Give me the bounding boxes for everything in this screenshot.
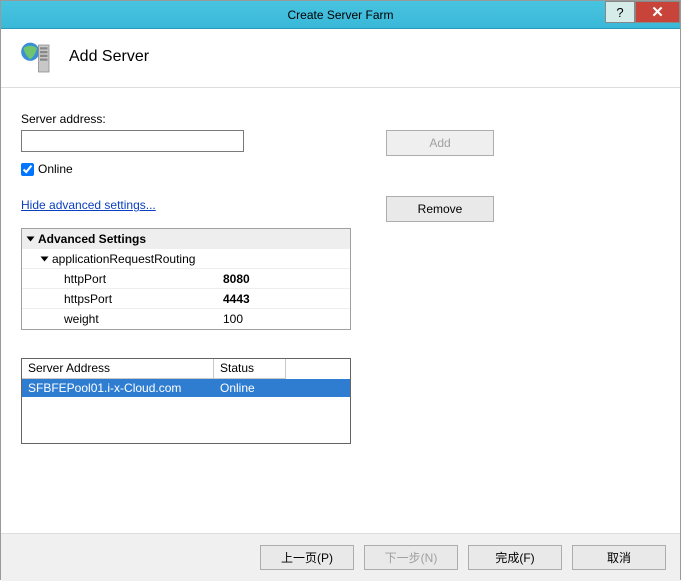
remove-button[interactable]: Remove: [386, 196, 494, 222]
servers-table: Server Address Status SFBFEPool01.i-x-Cl…: [21, 358, 351, 444]
finish-button[interactable]: 完成(F): [468, 545, 562, 570]
close-button[interactable]: ✕: [635, 1, 680, 23]
server-address-input[interactable]: [21, 130, 244, 152]
toggle-advanced-link[interactable]: Hide advanced settings...: [21, 198, 156, 212]
advanced-property-row[interactable]: httpPort 8080: [22, 269, 350, 289]
dialog-footer: 上一页(P) 下一步(N) 完成(F) 取消: [1, 533, 680, 581]
advanced-settings-header[interactable]: Advanced Settings: [22, 229, 350, 249]
col-server-address[interactable]: Server Address: [22, 359, 214, 379]
cancel-button[interactable]: 取消: [572, 545, 666, 570]
expand-icon: [41, 256, 49, 261]
titlebar: Create Server Farm ? ✕: [1, 1, 680, 29]
add-button[interactable]: Add: [386, 130, 494, 156]
server-address-label: Server address:: [21, 112, 366, 126]
window-controls: ? ✕: [605, 1, 680, 23]
previous-button[interactable]: 上一页(P): [260, 545, 354, 570]
online-label: Online: [38, 162, 73, 176]
advanced-property-row[interactable]: weight 100: [22, 309, 350, 329]
page-title: Add Server: [69, 48, 149, 66]
cell-status: Online: [214, 381, 286, 395]
col-status[interactable]: Status: [214, 359, 286, 379]
advanced-settings-grid: Advanced Settings applicationRequestRout…: [21, 228, 351, 330]
dialog-header: Add Server: [1, 29, 680, 88]
table-header: Server Address Status: [22, 359, 350, 379]
table-row[interactable]: SFBFEPool01.i-x-Cloud.com Online: [22, 379, 350, 397]
online-checkbox[interactable]: [21, 163, 34, 176]
window-title: Create Server Farm: [1, 8, 680, 22]
next-button[interactable]: 下一步(N): [364, 545, 458, 570]
server-farm-icon: [19, 39, 55, 75]
help-button[interactable]: ?: [605, 1, 635, 23]
advanced-group-row[interactable]: applicationRequestRouting: [22, 249, 350, 269]
expand-icon: [27, 236, 35, 241]
dialog-body: Server address: Online Hide advanced set…: [1, 88, 680, 454]
cell-server-address: SFBFEPool01.i-x-Cloud.com: [22, 381, 214, 395]
advanced-property-row[interactable]: httpsPort 4443: [22, 289, 350, 309]
